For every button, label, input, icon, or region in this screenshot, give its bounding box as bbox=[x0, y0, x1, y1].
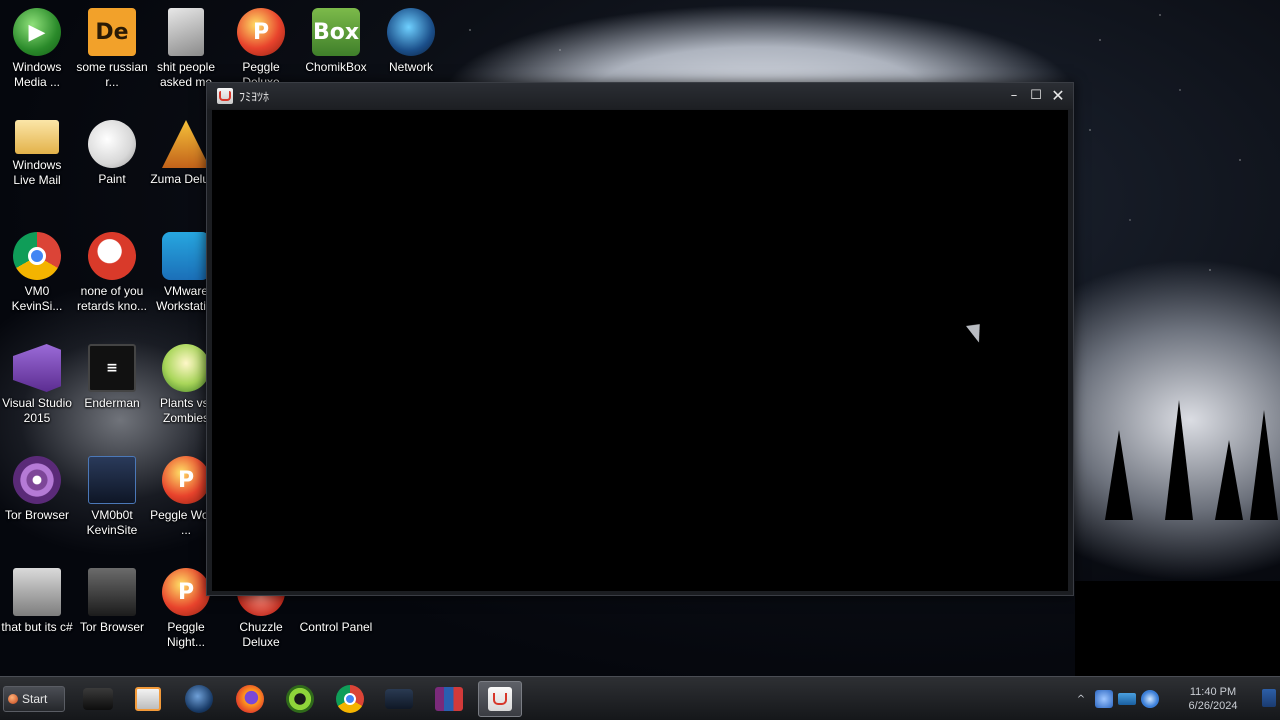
chrome-icon bbox=[13, 232, 61, 280]
start-orb-icon bbox=[8, 694, 18, 704]
firefox-icon bbox=[236, 685, 264, 713]
desktop-icon-vm0-kevinsite[interactable]: VM0 KevinSi... bbox=[0, 226, 74, 322]
tray-network-icon[interactable] bbox=[1141, 690, 1159, 708]
peggle-icon: P bbox=[237, 8, 285, 56]
de-app-icon: De bbox=[88, 8, 136, 56]
taskbar-app-winrar[interactable] bbox=[427, 681, 471, 717]
chomikbox-icon: Box bbox=[312, 8, 360, 56]
globe-icon bbox=[185, 685, 213, 713]
window-title: ﾌﾐﾖﾂﾎ bbox=[239, 89, 270, 104]
window-titlebar[interactable]: ﾌﾐﾖﾂﾎ – ☐ ✕ bbox=[207, 83, 1073, 109]
taskbar-app-globe[interactable] bbox=[177, 681, 221, 717]
start-label: Start bbox=[22, 692, 48, 706]
paint-icon bbox=[88, 120, 136, 168]
java-icon bbox=[488, 687, 512, 711]
tray-monitor-icon[interactable] bbox=[1118, 693, 1136, 705]
copy-icon bbox=[13, 568, 61, 616]
taskbar-app-camera[interactable] bbox=[76, 681, 120, 717]
taskbar: Start ^ 11:40 PM 6/26/2024 bbox=[0, 676, 1280, 720]
windows-media-player-icon: ▶ bbox=[13, 8, 61, 56]
desktop-icon-tor-browser-2[interactable]: Tor Browser bbox=[75, 562, 149, 658]
mail-icon bbox=[15, 120, 59, 154]
vm-bot-icon bbox=[88, 456, 136, 504]
desktop-icon-windows-media[interactable]: ▶ Windows Media ... bbox=[0, 2, 74, 98]
desktop-icon-none-of-you[interactable]: none of you retards kno... bbox=[75, 226, 149, 322]
window-client-area[interactable] bbox=[212, 110, 1068, 591]
show-desktop-button[interactable] bbox=[1262, 689, 1276, 707]
system-tray: ^ 11:40 PM 6/26/2024 bbox=[1068, 677, 1280, 720]
chrome-icon bbox=[336, 685, 364, 713]
clock-time: 11:40 PM bbox=[1189, 686, 1237, 698]
taskbar-app-green[interactable] bbox=[278, 681, 322, 717]
maximize-button[interactable]: ☐ bbox=[1027, 86, 1045, 104]
clock[interactable]: 11:40 PM 6/26/2024 bbox=[1171, 685, 1255, 713]
desktop-icon-russian[interactable]: De some russian r... bbox=[75, 2, 149, 98]
minimize-button[interactable]: – bbox=[1005, 86, 1023, 104]
desktop-icon-windows-live-mail[interactable]: Windows Live Mail bbox=[0, 114, 74, 210]
taskbar-app-java[interactable] bbox=[478, 681, 522, 717]
console-icon: ≡ bbox=[88, 344, 136, 392]
tor-file-icon bbox=[88, 568, 136, 616]
camera-icon bbox=[83, 688, 113, 710]
desktop-icon-that-but-its-csharp[interactable]: that but its c# bbox=[0, 562, 74, 658]
java-icon[interactable] bbox=[217, 88, 233, 104]
taskbar-app-media[interactable] bbox=[126, 681, 170, 717]
folder-icon bbox=[168, 8, 204, 56]
clock-date: 6/26/2024 bbox=[1188, 700, 1238, 712]
start-button[interactable]: Start bbox=[3, 686, 65, 712]
tray-expand-button[interactable]: ^ bbox=[1072, 690, 1090, 708]
desktop-icon-enderman[interactable]: ≡ Enderman bbox=[75, 338, 149, 434]
window-controls: – ☐ ✕ bbox=[1005, 86, 1067, 104]
desktop-icon-visual-studio[interactable]: Visual Studio 2015 bbox=[0, 338, 74, 434]
visual-studio-icon bbox=[13, 344, 61, 392]
wallpaper-trees bbox=[1075, 400, 1280, 680]
plants-vs-zombies-icon bbox=[162, 344, 210, 392]
desktop-icon-vm0b0t[interactable]: VM0b0t KevinSite bbox=[75, 450, 149, 546]
taskbar-app-firefox[interactable] bbox=[228, 681, 272, 717]
taskbar-app-chrome[interactable] bbox=[328, 681, 372, 717]
close-button[interactable]: ✕ bbox=[1049, 86, 1067, 104]
dark-app-icon bbox=[385, 689, 413, 709]
taskbar-app-dark[interactable] bbox=[377, 681, 421, 717]
desktop-icon-paint[interactable]: Paint bbox=[75, 114, 149, 210]
vmware-icon bbox=[162, 232, 210, 280]
app-window[interactable]: ﾌﾐﾖﾂﾎ – ☐ ✕ bbox=[206, 82, 1074, 596]
peggle-icon: P bbox=[162, 568, 210, 616]
tor-icon bbox=[13, 456, 61, 504]
red-app-icon bbox=[88, 232, 136, 280]
winrar-icon bbox=[435, 687, 463, 711]
zuma-icon bbox=[162, 120, 210, 168]
network-icon bbox=[387, 8, 435, 56]
peggle-icon: P bbox=[162, 456, 210, 504]
media-player-icon bbox=[135, 687, 161, 711]
desktop-icon-tor-browser[interactable]: Tor Browser bbox=[0, 450, 74, 546]
green-app-icon bbox=[286, 685, 314, 713]
tray-app-icon[interactable] bbox=[1095, 690, 1113, 708]
